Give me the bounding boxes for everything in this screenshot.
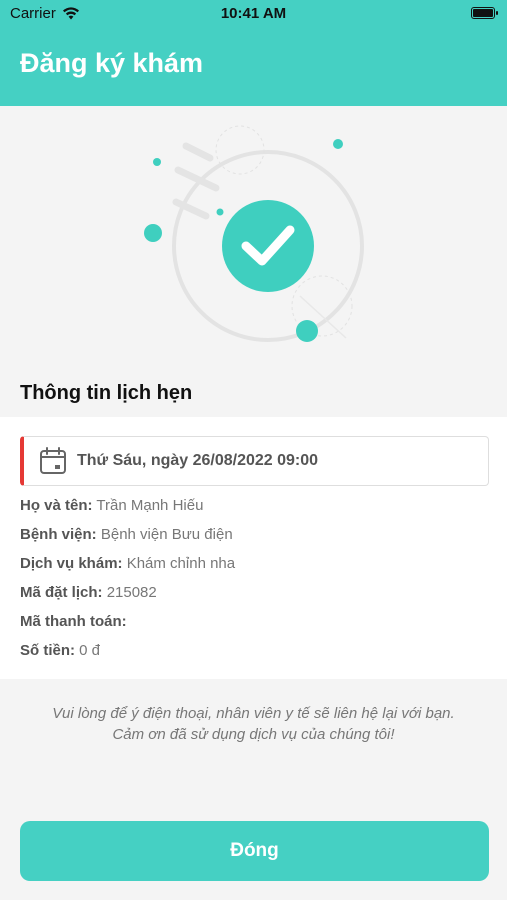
page-title: Đăng ký khám <box>20 48 204 78</box>
success-illustration <box>144 125 364 342</box>
field-label: Dịch vụ khám: <box>20 555 123 572</box>
amount-value: 0 đ <box>79 642 101 659</box>
status-time: 10:41 AM <box>220 5 287 22</box>
patient-name-row: Họ và tên: Trần Mạnh Hiếu <box>20 497 203 514</box>
field-label: Bệnh viện: <box>20 526 97 543</box>
patient-name-value: Trần Mạnh Hiếu <box>96 497 204 514</box>
header-bar: Đăng ký khám <box>0 28 507 106</box>
close-button[interactable]: Đóng <box>20 821 489 881</box>
hospital-row: Bệnh viện: Bệnh viện Bưu điện <box>20 526 233 543</box>
field-label: Số tiền: <box>20 642 75 659</box>
amount-row: Số tiền: 0 đ <box>20 642 100 659</box>
note-line-2: Cảm ơn đã sử dụng dịch vụ của chúng tôi! <box>112 726 395 743</box>
hospital-value: Bệnh viện Bưu điện <box>100 526 233 543</box>
booking-code-row: Mã đặt lịch: 215082 <box>20 584 157 601</box>
note-line-1: Vui lòng để ý điện thoại, nhân viên y tế… <box>52 705 455 722</box>
appointment-datetime: Thứ Sáu, ngày 26/08/2022 09:00 <box>77 452 319 469</box>
service-row: Dịch vụ khám: Khám chỉnh nha <box>20 555 235 572</box>
payment-code-row: Mã thanh toán: <box>20 613 127 630</box>
booking-code-value: 215082 <box>106 584 157 601</box>
section-title: Thông tin lịch hẹn <box>20 382 193 404</box>
field-label: Mã thanh toán: <box>20 613 127 630</box>
status-bar: Carrier 10:41 AM <box>0 0 507 28</box>
battery-icon <box>471 7 498 19</box>
field-label: Mã đặt lịch: <box>20 584 103 601</box>
field-label: Họ và tên: <box>20 497 93 514</box>
service-value: Khám chỉnh nha <box>126 555 236 572</box>
contact-note: Vui lòng để ý điện thoại, nhân viên y tế… <box>0 703 507 745</box>
appointment-date-box: Thứ Sáu, ngày 26/08/2022 09:00 <box>20 436 489 486</box>
appointment-card: Thứ Sáu, ngày 26/08/2022 09:00 Họ và tên… <box>0 417 507 679</box>
calendar-icon <box>40 447 66 474</box>
